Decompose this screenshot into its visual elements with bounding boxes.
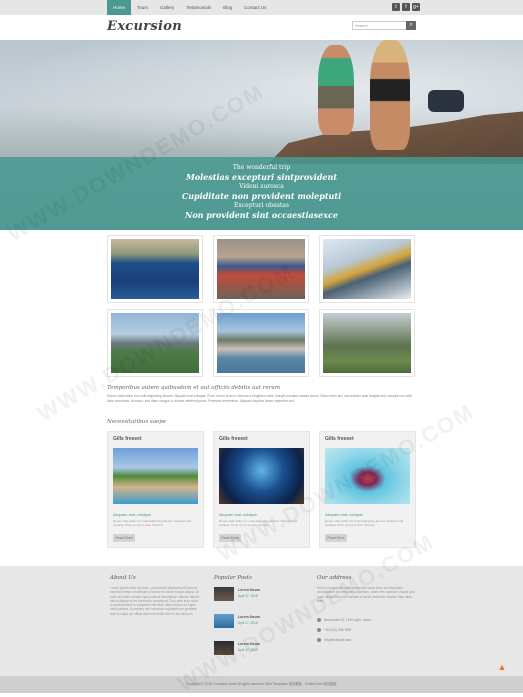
gallery-item[interactable] xyxy=(319,235,415,303)
gallery-item[interactable] xyxy=(107,235,203,303)
train-photo xyxy=(323,239,411,299)
hero-line: Cupiditate non provident moleptuti xyxy=(181,191,342,201)
popular-post[interactable]: Lorem Ibsum April 17, 2015 xyxy=(214,641,299,657)
hero-line: The wonderful trip xyxy=(232,164,291,171)
read-more-button[interactable]: Read More xyxy=(219,534,241,542)
hero-hiker-man xyxy=(318,45,354,135)
search-input[interactable]: Search xyxy=(352,21,408,30)
mail-icon xyxy=(317,638,321,643)
card-title[interactable]: Gills freeeet xyxy=(325,436,354,442)
popular-title: Popular Posts xyxy=(214,575,252,581)
section-title: Necessitatibus saepe xyxy=(107,419,167,425)
post-thumbnail xyxy=(214,587,234,601)
nav-testimonials[interactable]: Testimonials xyxy=(180,0,217,15)
read-more-button[interactable]: Read More xyxy=(113,534,135,542)
card-subtitle[interactable]: Aliquam erat volutpat xyxy=(325,512,363,517)
nav-blog[interactable]: Blog xyxy=(217,0,238,15)
hero-line: Excepturi obnstas xyxy=(234,202,289,209)
copyright-bar: Copyright © 2015 Company name All rights… xyxy=(0,676,523,693)
top-bar: Home Tours Gallery Testimonials Blog Con… xyxy=(0,0,523,15)
card-subtitle[interactable]: Aliquam erat volutpat xyxy=(113,512,151,517)
resort-photo xyxy=(113,448,198,504)
hero-line: Videni surosca xyxy=(239,183,284,190)
search-button[interactable]: ⌕ xyxy=(406,21,416,30)
address-title: Our address xyxy=(317,575,352,581)
post-thumbnail xyxy=(214,641,234,655)
card-text: Donec vitae tellus non velit adipiscing … xyxy=(113,519,192,527)
gallery-item[interactable] xyxy=(319,309,415,377)
contact-email-text[interactable]: info@example.com xyxy=(324,638,351,642)
contact-phone: +00 (111) 456 7890 xyxy=(317,628,352,633)
address-text: Sed ut perspiciatis unde omnis iste natu… xyxy=(317,586,415,603)
hero-line: Non provident sint occaestiasexce xyxy=(185,210,338,220)
map-pin-icon xyxy=(317,618,321,623)
gallery-item[interactable] xyxy=(213,309,309,377)
card-title[interactable]: Gills freeeet xyxy=(219,436,248,442)
phone-icon xyxy=(317,628,321,633)
site-header: Excursion Search ⌕ xyxy=(0,15,523,40)
gallery-item[interactable] xyxy=(107,309,203,377)
social-links: t f g+ xyxy=(392,3,420,11)
post-title[interactable]: Lorem Ibsum xyxy=(238,615,260,619)
post-date: April 17, 2015 xyxy=(238,648,258,652)
nav-gallery[interactable]: Gallery xyxy=(154,0,180,15)
google-plus-icon[interactable]: g+ xyxy=(412,3,420,11)
intro-title: Temporibus autem quibusdam et aut offici… xyxy=(107,385,281,391)
post-thumbnail xyxy=(214,614,234,628)
post-title[interactable]: Lorem Ibsum xyxy=(238,588,260,592)
jet-ski-photo xyxy=(111,239,199,299)
popular-post[interactable]: Lorem Ibsum April 17, 2015 xyxy=(214,587,299,603)
hero-line: Molestias excepturi sintprovident xyxy=(185,172,338,182)
about-title: About Us xyxy=(110,575,136,581)
tour-card: Gills freeeet Aliquam erat volutpat Done… xyxy=(213,431,310,548)
gallery-item[interactable] xyxy=(213,235,309,303)
facebook-icon[interactable]: f xyxy=(402,3,410,11)
hero-caption: The wonderful trip Molestias excepturi s… xyxy=(0,157,523,230)
contact-address-text: Moscowkra St, 1234 Light, Jason xyxy=(324,618,371,622)
contact-address: Moscowkra St, 1234 Light, Jason xyxy=(317,618,371,623)
tour-card: Gills freeeet Aliquam erat volutpat Done… xyxy=(319,431,416,548)
jet-boat-photo xyxy=(325,448,410,504)
post-date: April 17, 2015 xyxy=(238,621,258,625)
post-date: April 17, 2015 xyxy=(238,594,258,598)
card-subtitle[interactable]: Aliquam erat volutpat xyxy=(219,512,257,517)
tourist-photo xyxy=(217,239,305,299)
twitter-icon[interactable]: t xyxy=(392,3,400,11)
intro-text: Donec vitae tellus non velit adipiscing … xyxy=(107,394,413,403)
site-logo[interactable]: Excursion xyxy=(107,19,182,34)
tour-card: Gills freeeet Aliquam erat volutpat Done… xyxy=(107,431,204,548)
post-title[interactable]: Lorem Ibsum xyxy=(238,642,260,646)
main-nav: Home Tours Gallery Testimonials Blog Con… xyxy=(107,0,272,15)
search-icon: ⌕ xyxy=(409,22,413,28)
card-text: Donec vitae tellus non velit adipiscing … xyxy=(219,519,298,527)
card-title[interactable]: Gills freeeet xyxy=(113,436,142,442)
nav-tours[interactable]: Tours xyxy=(131,0,154,15)
aquarium-photo xyxy=(219,448,304,504)
hero-banner: The wonderful trip Molestias excepturi s… xyxy=(0,40,523,230)
popular-post[interactable]: Lorem Ibsum April 17, 2015 xyxy=(214,614,299,630)
nav-contact[interactable]: Contact Us xyxy=(238,0,272,15)
machu-picchu-photo xyxy=(323,313,411,373)
bridge-city-photo xyxy=(111,313,199,373)
hero-hiker-woman xyxy=(370,40,410,150)
nav-home[interactable]: Home xyxy=(107,0,132,15)
card-text: Donec vitae tellus non velit adipiscing … xyxy=(325,519,404,527)
hero-backpack xyxy=(428,90,464,112)
site-footer: About Us Lorem ipsum dolor sit amet, con… xyxy=(0,566,523,676)
copyright-text: Copyright © 2015 Company name All rights… xyxy=(186,682,337,686)
contact-phone-text: +00 (111) 456 7890 xyxy=(324,628,352,632)
contact-email[interactable]: info@example.com xyxy=(317,638,351,643)
back-to-top-icon[interactable]: ▲ xyxy=(497,663,507,672)
mountain-lake-photo xyxy=(217,313,305,373)
about-text: Lorem ipsum dolor sit amet, consectetur … xyxy=(110,586,200,616)
read-more-button[interactable]: Read More xyxy=(325,534,347,542)
